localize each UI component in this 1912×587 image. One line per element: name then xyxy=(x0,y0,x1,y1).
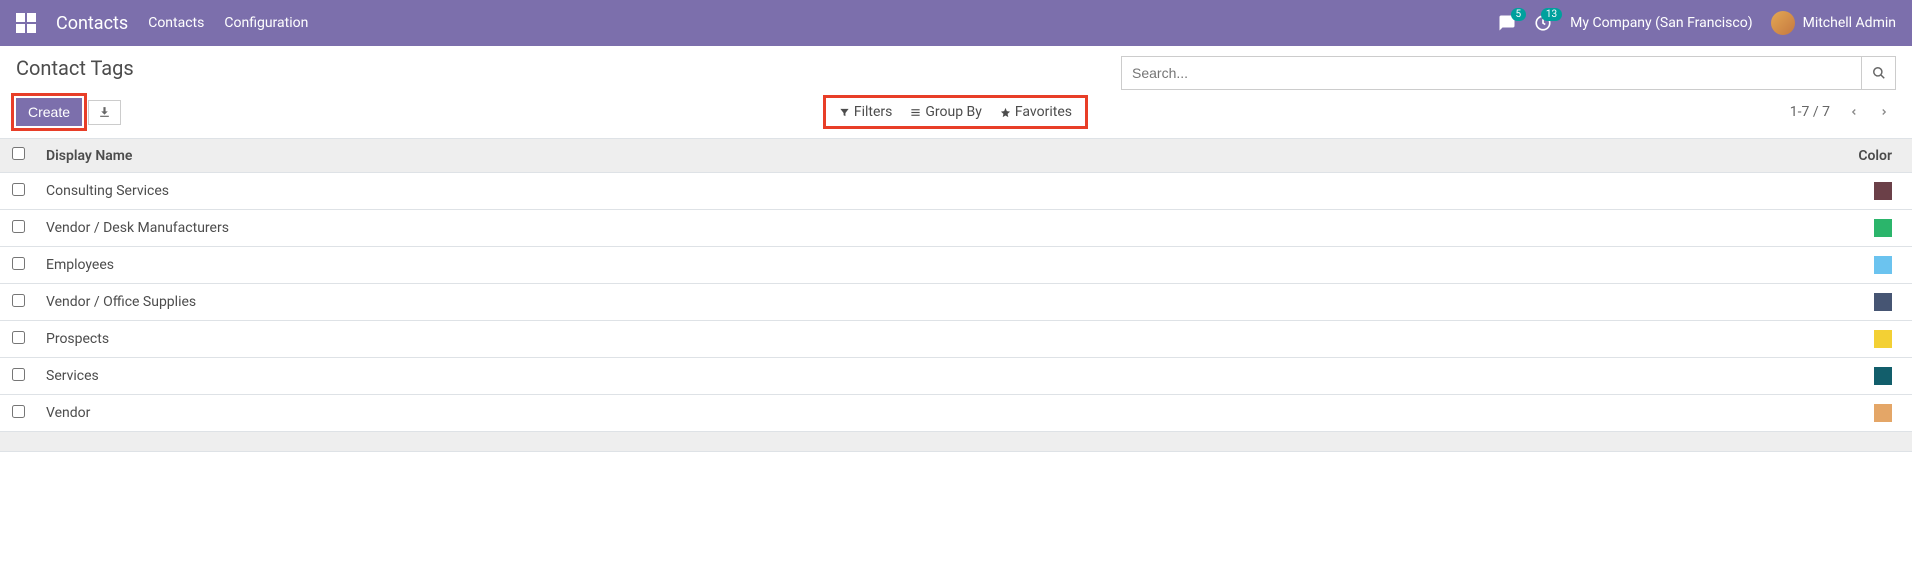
create-button[interactable]: Create xyxy=(16,98,82,126)
row-name-cell: Consulting Services xyxy=(36,173,1812,210)
table-row[interactable]: Vendor xyxy=(0,395,1912,432)
cp-left-buttons: Create xyxy=(16,98,121,126)
search-box xyxy=(1121,56,1896,90)
row-color-cell xyxy=(1812,247,1912,284)
row-name-cell: Vendor / Desk Manufacturers xyxy=(36,210,1812,247)
chevron-right-icon xyxy=(1879,105,1889,119)
row-name-cell: Vendor xyxy=(36,395,1812,432)
download-icon xyxy=(98,106,111,119)
row-checkbox[interactable] xyxy=(12,183,25,196)
header-checkbox-cell xyxy=(0,139,36,173)
color-swatch xyxy=(1874,219,1892,237)
pager-text[interactable]: 1-7 / 7 xyxy=(1790,104,1830,120)
row-checkbox[interactable] xyxy=(12,405,25,418)
activities-icon[interactable]: 13 xyxy=(1534,14,1552,32)
chevron-left-icon xyxy=(1849,105,1859,119)
row-color-cell xyxy=(1812,358,1912,395)
color-swatch xyxy=(1874,404,1892,422)
company-selector[interactable]: My Company (San Francisco) xyxy=(1570,15,1752,31)
nav-link-configuration[interactable]: Configuration xyxy=(224,15,308,31)
table-row[interactable]: Employees xyxy=(0,247,1912,284)
table-header-row: Display Name Color xyxy=(0,139,1912,173)
row-checkbox[interactable] xyxy=(12,294,25,307)
row-checkbox-cell xyxy=(0,358,36,395)
row-color-cell xyxy=(1812,210,1912,247)
main-navbar: Contacts Contacts Configuration 5 13 My … xyxy=(0,0,1912,46)
color-swatch xyxy=(1874,330,1892,348)
color-swatch xyxy=(1874,367,1892,385)
navbar-left: Contacts Contacts Configuration xyxy=(16,13,308,34)
search-button[interactable] xyxy=(1861,57,1895,89)
activities-badge: 13 xyxy=(1541,8,1562,21)
user-name: Mitchell Admin xyxy=(1803,15,1896,31)
row-color-cell xyxy=(1812,321,1912,358)
control-panel: Contact Tags Create Filters xyxy=(0,46,1912,132)
search-input[interactable] xyxy=(1122,57,1861,89)
row-checkbox[interactable] xyxy=(12,331,25,344)
pager-prev[interactable] xyxy=(1842,100,1866,124)
filters-label: Filters xyxy=(854,104,893,120)
user-avatar-icon xyxy=(1771,11,1795,35)
groupby-dropdown[interactable]: Group By xyxy=(910,104,982,120)
row-checkbox[interactable] xyxy=(12,257,25,270)
select-all-checkbox[interactable] xyxy=(12,147,25,160)
favorites-label: Favorites xyxy=(1015,104,1072,120)
color-swatch xyxy=(1874,256,1892,274)
search-options: Filters Group By Favorites xyxy=(829,101,1082,123)
row-checkbox-cell xyxy=(0,395,36,432)
color-swatch xyxy=(1874,182,1892,200)
control-panel-top: Contact Tags xyxy=(16,56,1896,90)
color-swatch xyxy=(1874,293,1892,311)
cp-right: 1-7 / 7 xyxy=(1790,100,1896,124)
control-panel-bottom: Create Filters Group By Favorites xyxy=(16,98,1896,126)
page-title: Contact Tags xyxy=(16,56,134,80)
star-icon xyxy=(1000,107,1011,118)
messages-badge: 5 xyxy=(1511,8,1527,21)
row-checkbox[interactable] xyxy=(12,368,25,381)
row-color-cell xyxy=(1812,395,1912,432)
pager-buttons xyxy=(1842,100,1896,124)
header-color[interactable]: Color xyxy=(1812,139,1912,173)
export-button[interactable] xyxy=(88,100,121,125)
messages-icon[interactable]: 5 xyxy=(1498,14,1516,32)
table-row[interactable]: Consulting Services xyxy=(0,173,1912,210)
table-footer xyxy=(0,432,1912,452)
row-checkbox-cell xyxy=(0,284,36,321)
table-row[interactable]: Vendor / Office Supplies xyxy=(0,284,1912,321)
favorites-dropdown[interactable]: Favorites xyxy=(1000,104,1072,120)
funnel-icon xyxy=(839,107,850,118)
apps-icon[interactable] xyxy=(16,13,36,33)
row-checkbox-cell xyxy=(0,247,36,284)
nav-link-contacts[interactable]: Contacts xyxy=(148,15,204,31)
search-area xyxy=(1121,56,1896,90)
search-icon xyxy=(1872,66,1886,80)
row-name-cell: Employees xyxy=(36,247,1812,284)
filters-dropdown[interactable]: Filters xyxy=(839,104,893,120)
row-name-cell: Services xyxy=(36,358,1812,395)
row-name-cell: Vendor / Office Supplies xyxy=(36,284,1812,321)
row-checkbox-cell xyxy=(0,173,36,210)
navbar-right: 5 13 My Company (San Francisco) Mitchell… xyxy=(1498,11,1896,35)
row-color-cell xyxy=(1812,173,1912,210)
row-checkbox-cell xyxy=(0,210,36,247)
row-name-cell: Prospects xyxy=(36,321,1812,358)
groupby-label: Group By xyxy=(925,104,982,120)
row-checkbox-cell xyxy=(0,321,36,358)
row-color-cell xyxy=(1812,284,1912,321)
row-checkbox[interactable] xyxy=(12,220,25,233)
table-row[interactable]: Services xyxy=(0,358,1912,395)
user-menu[interactable]: Mitchell Admin xyxy=(1771,11,1896,35)
tags-table: Display Name Color Consulting ServicesVe… xyxy=(0,138,1912,452)
table-row[interactable]: Vendor / Desk Manufacturers xyxy=(0,210,1912,247)
list-icon xyxy=(910,107,921,118)
app-title[interactable]: Contacts xyxy=(56,13,128,34)
pager-next[interactable] xyxy=(1872,100,1896,124)
table-row[interactable]: Prospects xyxy=(0,321,1912,358)
header-display-name[interactable]: Display Name xyxy=(36,139,1812,173)
